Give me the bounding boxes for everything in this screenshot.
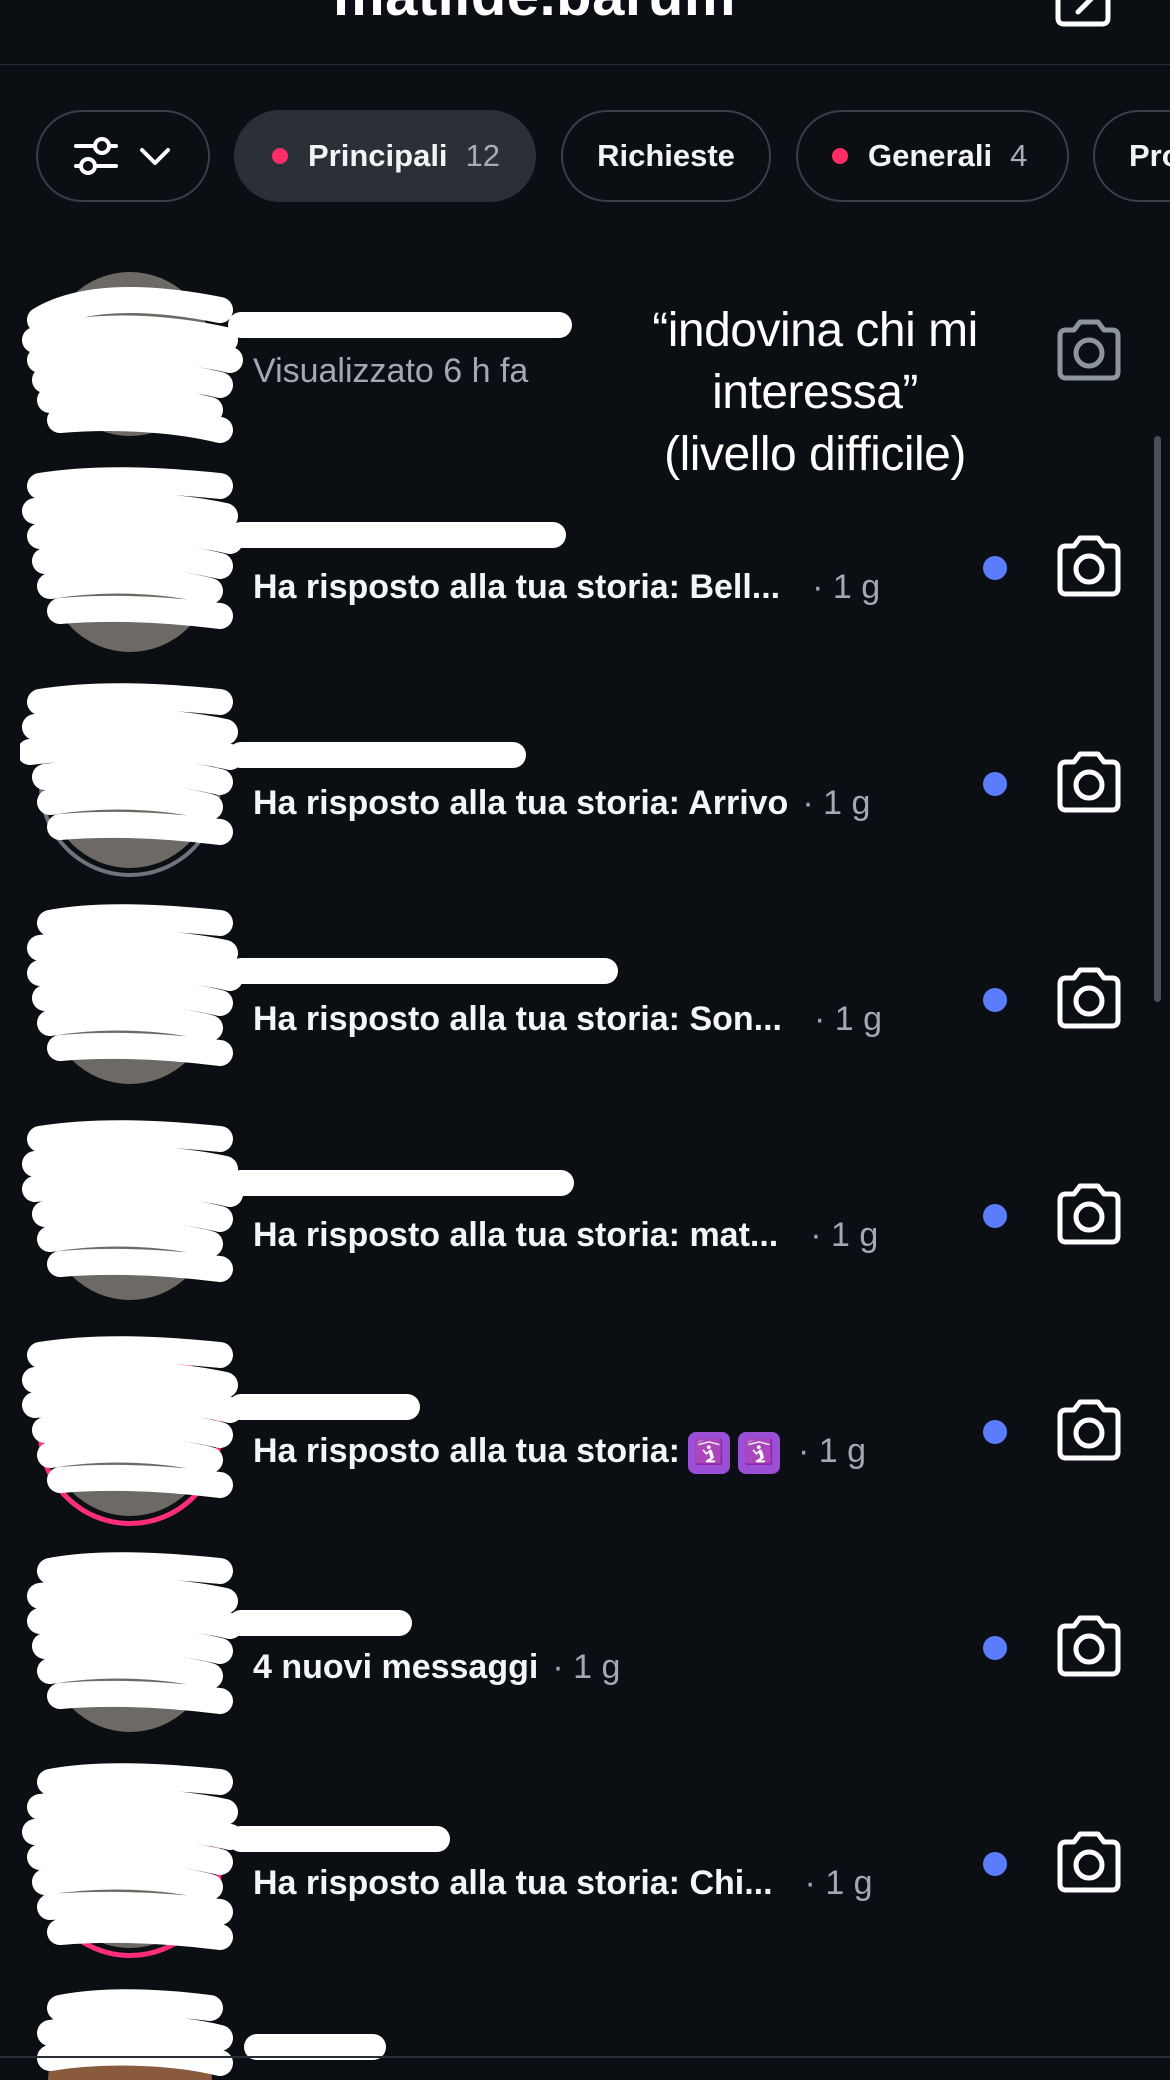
chip-richieste[interactable]: Richieste (561, 110, 771, 202)
message-time: · 1 g (812, 568, 881, 606)
unread-indicator (983, 1636, 1007, 1660)
redacted-username (228, 522, 566, 548)
camera-icon[interactable] (1054, 534, 1124, 598)
redacted-username (228, 1170, 574, 1196)
message-time: · 1 g (798, 1432, 867, 1470)
message-text: 4 nuovi messaggi (253, 1648, 539, 1686)
chip-pro[interactable]: Pro (1093, 110, 1170, 202)
conversation-row[interactable]: Ha risposto alla tua storia: Bell... · 1 … (0, 456, 1170, 656)
last-message: Ha risposto alla tua storia: mat... · 1 g (253, 1216, 878, 1255)
redaction-scribble (27, 904, 243, 1066)
filter-settings-button[interactable] (36, 110, 210, 202)
redaction-scribble (37, 1989, 233, 2076)
chip-dot (272, 148, 288, 164)
unread-indicator (983, 988, 1007, 1012)
last-message: Ha risposto alla tua storia: 🛐 🛐 · 1 g (253, 1432, 867, 1475)
camera-icon[interactable] (1054, 750, 1124, 814)
account-username[interactable]: matilde.barum (333, 0, 736, 29)
chip-label: Richieste (597, 138, 735, 173)
camera-icon[interactable] (1054, 1614, 1124, 1678)
message-text: Ha risposto alla tua storia: mat... (253, 1216, 779, 1254)
camera-icon[interactable] (1054, 1830, 1124, 1894)
inbox-header: matilde.barum (0, 0, 1170, 65)
conversation-row[interactable] (0, 1968, 1170, 2080)
last-message: Ha risposto alla tua storia: Bell... · 1 … (253, 568, 880, 607)
camera-icon[interactable] (1054, 1398, 1124, 1462)
redacted-username (228, 1826, 450, 1852)
last-message: Ha risposto alla tua storia: Arrivo · 1 g (253, 784, 870, 823)
message-time: · 1 g (804, 1864, 873, 1902)
conversation-row[interactable]: Ha risposto alla tua storia: Chi... · 1 g (0, 1752, 1170, 1952)
conversation-row[interactable]: Ha risposto alla tua storia: Son... · 1 g (0, 888, 1170, 1088)
scrollbar[interactable] (1154, 436, 1161, 1002)
chip-count: 12 (465, 138, 501, 173)
message-text: Ha risposto alla tua storia: Chi... (253, 1864, 773, 1902)
redaction-scribble (20, 683, 243, 845)
unread-indicator (983, 1420, 1007, 1444)
message-text: Ha risposto alla tua storia: Son... (253, 1000, 782, 1038)
last-message: 4 nuovi messaggi · 1 g (253, 1648, 620, 1687)
chip-count: 4 (1010, 138, 1028, 173)
divider (0, 2056, 1170, 2058)
message-time: · 1 g (810, 1216, 879, 1254)
unread-indicator (983, 1204, 1007, 1228)
chip-dot (832, 148, 848, 164)
compose-icon[interactable] (1052, 0, 1118, 28)
redacted-username (228, 312, 572, 338)
chip-label: Generali (868, 138, 993, 173)
unread-indicator (983, 556, 1007, 580)
chip-label: Principali (308, 138, 448, 173)
chip-principali[interactable]: Principali 12 (234, 110, 536, 202)
redaction-scribble (22, 467, 243, 629)
filter-chips: Principali 12 Richieste Generali 4 Pro (0, 110, 1170, 206)
conversation-row[interactable]: Ha risposto alla tua storia: Arrivo · 1 g (0, 672, 1170, 872)
redaction-scribble (22, 1120, 243, 1282)
message-text: Ha risposto alla tua storia: (253, 1432, 680, 1470)
redaction-scribble (22, 1336, 243, 1498)
redaction-scribble (22, 287, 243, 443)
conversation-row[interactable]: Ha risposto alla tua storia: mat... · 1 g (0, 1104, 1170, 1304)
message-time: · 1 g (802, 784, 871, 822)
caption-line: interessa” (712, 366, 918, 419)
message-time: · 1 g (814, 1000, 883, 1038)
chevron-down-icon (140, 148, 170, 165)
message-text: Ha risposto alla tua storia: Arrivo (253, 784, 789, 822)
unread-indicator (983, 1852, 1007, 1876)
last-message: Visualizzato 6 h fa (253, 352, 529, 390)
conversation-row[interactable]: Ha risposto alla tua storia: 🛐 🛐 · 1 g (0, 1320, 1170, 1520)
camera-icon[interactable] (1054, 1182, 1124, 1246)
last-message: Ha risposto alla tua storia: Chi... · 1 g (253, 1864, 873, 1903)
redacted-username (228, 1610, 412, 1636)
redaction-scribble (27, 1552, 243, 1714)
sliders-icon (74, 137, 118, 175)
redaction-scribble (22, 1763, 243, 1950)
chip-label: Pro (1129, 138, 1170, 173)
unread-indicator (983, 772, 1007, 796)
caption-line: (livello difficile) (664, 428, 966, 481)
message-time: · 1 g (552, 1648, 621, 1686)
redacted-username (228, 1394, 420, 1420)
story-caption-overlay: “indovina chi mi interessa” (livello dif… (600, 300, 1030, 486)
direct-inbox-screen: matilde.barum Principali 12 Richieste (0, 0, 1170, 2080)
redacted-username (228, 742, 526, 768)
conversation-row[interactable]: 4 nuovi messaggi · 1 g (0, 1536, 1170, 1736)
chip-generali[interactable]: Generali 4 (796, 110, 1069, 202)
emoji-place-of-worship: 🛐 (688, 1432, 730, 1475)
last-message: Ha risposto alla tua storia: Son... · 1 g (253, 1000, 882, 1039)
redacted-username (228, 958, 618, 984)
camera-icon[interactable] (1054, 966, 1124, 1030)
camera-icon[interactable] (1054, 318, 1124, 382)
message-text: Ha risposto alla tua storia: Bell... (253, 568, 781, 606)
emoji-place-of-worship: 🛐 (738, 1432, 780, 1475)
caption-line: “indovina chi mi (652, 304, 978, 357)
